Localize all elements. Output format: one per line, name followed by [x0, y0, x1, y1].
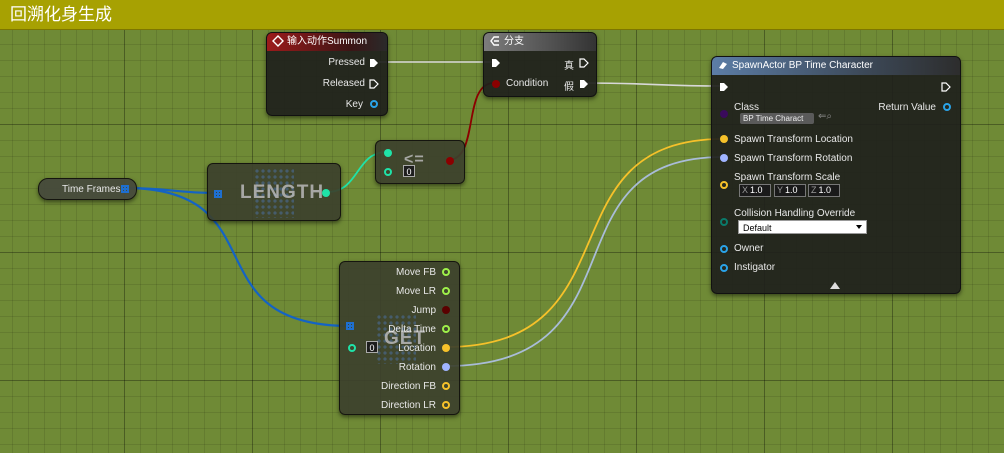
- branch-exec-in-pin[interactable]: [491, 58, 501, 68]
- chevron-down-icon: [856, 225, 862, 229]
- pressed-exec-pin[interactable]: [369, 58, 379, 68]
- spawn-exec-out-pin[interactable]: [941, 82, 951, 92]
- false-label: 假: [564, 82, 574, 93]
- scale-x-axis-label: X: [742, 185, 749, 195]
- released-exec-pin[interactable]: [369, 79, 379, 89]
- true-exec-pin[interactable]: [579, 58, 589, 68]
- branch-header: 分支: [484, 33, 596, 51]
- length-out-pin[interactable]: [322, 189, 330, 197]
- scale-x-field[interactable]: X 1.0: [739, 184, 771, 197]
- compare-a-pin[interactable]: [384, 149, 392, 157]
- false-exec-pin[interactable]: [579, 79, 589, 89]
- collision-value: Default: [743, 223, 772, 233]
- class-selector[interactable]: BP Time Charact: [740, 113, 814, 124]
- length-node[interactable]: LENGTH: [207, 163, 341, 221]
- scale-z-field[interactable]: Z 1.0: [808, 184, 840, 197]
- true-label: 真: [564, 61, 574, 72]
- owner-label: Owner: [734, 243, 764, 254]
- scale-y-axis-label: Y: [777, 185, 784, 195]
- blueprint-graph-canvas[interactable]: 回溯化身生成 输入动作Summon Pressed Released Key 分…: [0, 0, 1004, 453]
- rotation-label: Rotation: [398, 362, 436, 373]
- compare-b-value[interactable]: 0: [403, 165, 415, 177]
- input-action-header: 输入动作Summon: [267, 33, 387, 51]
- direction-lr-pin[interactable]: [442, 401, 450, 409]
- spawn-location-label: Spawn Transform Location: [734, 134, 853, 145]
- collision-pin[interactable]: [720, 218, 728, 226]
- key-pin[interactable]: [370, 100, 378, 108]
- spawn-actor-header: SpawnActor BP Time Character: [712, 57, 960, 75]
- move-lr-pin[interactable]: [442, 287, 450, 295]
- input-action-node[interactable]: 输入动作Summon Pressed Released Key: [266, 32, 388, 116]
- spawn-scale-label: Spawn Transform Scale: [734, 172, 841, 183]
- move-fb-label: Move FB: [395, 267, 436, 278]
- scale-x-value: 1.0: [750, 185, 763, 195]
- released-label: Released: [322, 78, 365, 89]
- move-lr-label: Move LR: [395, 286, 436, 297]
- delta-time-pin[interactable]: [442, 325, 450, 333]
- jump-label: Jump: [411, 305, 436, 316]
- exec-wire-false-to-spawn[interactable]: [585, 82, 723, 87]
- length-array-in-pin[interactable]: [214, 190, 222, 198]
- input-action-title: 输入动作Summon: [287, 36, 368, 47]
- scale-y-value: 1.0: [785, 185, 798, 195]
- diamond-event-icon: [272, 35, 284, 47]
- length-label: LENGTH: [240, 182, 325, 203]
- spawn-icon: [719, 62, 727, 69]
- instigator-label: Instigator: [734, 262, 776, 273]
- class-pin[interactable]: [720, 110, 728, 118]
- get-array-in-pin[interactable]: [346, 322, 354, 330]
- expand-advanced-icon[interactable]: [830, 282, 840, 289]
- scale-z-axis-label: Z: [811, 185, 817, 195]
- owner-pin[interactable]: [720, 245, 728, 253]
- direction-lr-label: Direction LR: [380, 400, 436, 411]
- jump-pin[interactable]: [442, 306, 450, 314]
- branch-icon: [490, 36, 499, 46]
- rotator-wire-rotation[interactable]: [444, 156, 724, 367]
- instigator-pin[interactable]: [720, 264, 728, 272]
- branch-node[interactable]: 分支 Condition 真 假: [483, 32, 597, 97]
- spawn-rotation-pin[interactable]: [720, 154, 728, 162]
- class-label: Class: [734, 102, 760, 113]
- spawn-location-pin[interactable]: [720, 135, 728, 143]
- scale-y-field[interactable]: Y 1.0: [774, 184, 806, 197]
- return-value-pin[interactable]: [943, 103, 951, 111]
- condition-label: Condition: [506, 78, 549, 89]
- time-frames-label: Time Frames: [62, 184, 121, 195]
- less-equal-node[interactable]: <= 0: [375, 140, 465, 184]
- branch-title: 分支: [504, 36, 524, 47]
- vector-wire-location[interactable]: [444, 138, 724, 348]
- spawn-scale-pin[interactable]: [720, 181, 728, 189]
- compare-out-pin[interactable]: [446, 157, 454, 165]
- collision-label: Collision Handling Override: [734, 208, 856, 219]
- delta-time-label: Delta Time: [388, 324, 436, 335]
- scale-z-value: 1.0: [818, 185, 832, 195]
- direction-fb-label: Direction FB: [380, 381, 436, 392]
- spawn-exec-in-pin[interactable]: [719, 82, 729, 92]
- spawn-actor-node[interactable]: SpawnActor BP Time Character Class BP Ti…: [711, 56, 961, 294]
- get-node[interactable]: GET 0 Move FB Move LR Jump Delta Time Lo…: [339, 261, 460, 415]
- pressed-label: Pressed: [328, 57, 365, 68]
- time-frames-node[interactable]: Time Frames: [38, 178, 137, 200]
- collision-dropdown[interactable]: Default: [738, 220, 867, 234]
- key-label: Key: [345, 99, 363, 110]
- location-label: Location: [398, 343, 436, 354]
- rotation-pin[interactable]: [442, 363, 450, 371]
- return-value-label: Return Value: [878, 102, 936, 113]
- move-fb-pin[interactable]: [442, 268, 450, 276]
- spawn-actor-title: SpawnActor BP Time Character: [732, 60, 873, 71]
- compare-b-pin[interactable]: [384, 168, 392, 176]
- get-index-value[interactable]: 0: [366, 341, 378, 353]
- get-index-pin[interactable]: [348, 344, 356, 352]
- direction-fb-pin[interactable]: [442, 382, 450, 390]
- spawn-rotation-label: Spawn Transform Rotation: [734, 153, 853, 164]
- location-pin[interactable]: [442, 344, 450, 352]
- class-browse-icon[interactable]: ⇐⌕: [818, 111, 832, 122]
- condition-pin[interactable]: [492, 80, 500, 88]
- array-grid-pin-icon[interactable]: [121, 185, 129, 193]
